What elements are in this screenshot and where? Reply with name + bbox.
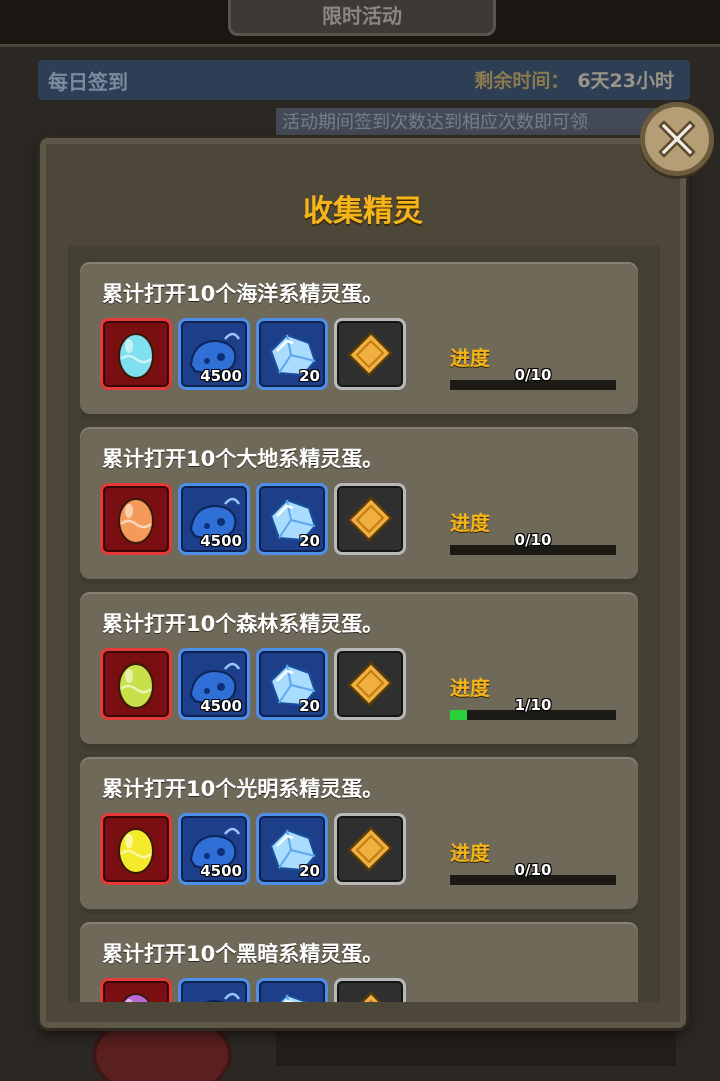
reward-slot-crystal[interactable]: 20	[256, 813, 328, 885]
egg-reward-slot[interactable]	[100, 813, 172, 885]
reward-slot-ticket[interactable]	[334, 813, 406, 885]
progress-text: 0/10	[514, 861, 552, 879]
reward-slot-ticket[interactable]	[334, 648, 406, 720]
reward-slot-fish[interactable]: 4500	[178, 483, 250, 555]
close-x-icon	[658, 120, 696, 158]
ticket-icon	[347, 826, 393, 872]
reward-slot-ticket[interactable]	[334, 978, 406, 1002]
task-card-2: 累计打开10个大地系精灵蛋。 4500 20 进度 0/10	[80, 427, 638, 579]
ticket-icon	[347, 661, 393, 707]
reward-quantity: 4500	[200, 697, 242, 715]
remaining-time-value: 6天23小时	[577, 70, 674, 92]
egg-reward-slot[interactable]	[100, 978, 172, 1002]
progress-text: 1/10	[514, 696, 552, 714]
task-title: 累计打开10个森林系精灵蛋。	[102, 612, 384, 636]
task-card-3: 累计打开10个森林系精灵蛋。 4500 20 进度 1/10	[80, 592, 638, 744]
tab-limited-event[interactable]: 限时活动	[228, 0, 496, 36]
progress-text: 0/10	[514, 366, 552, 384]
spirit-egg-icon	[118, 333, 154, 379]
blue-fish-icon	[204, 992, 241, 1002]
ticket-icon	[360, 991, 382, 1002]
egg-reward-slot[interactable]	[100, 648, 172, 720]
reward-quantity: 20	[299, 697, 320, 715]
ice-crystal-icon	[278, 993, 310, 1002]
reward-quantity: 4500	[200, 862, 242, 880]
task-card-4: 累计打开10个光明系精灵蛋。 4500 20 进度 0/10	[80, 757, 638, 909]
reward-quantity: 20	[299, 367, 320, 385]
ticket-icon	[347, 331, 393, 377]
reward-quantity: 20	[299, 532, 320, 550]
modal-title: 收集精灵	[303, 194, 423, 229]
reward-slot-fish[interactable]: 4500	[178, 318, 250, 390]
spirit-egg-icon	[118, 663, 154, 709]
reward-slot-crystal[interactable]: 20	[256, 318, 328, 390]
task-list[interactable]: 累计打开10个海洋系精灵蛋。 4500 20 进度 0/10 累计打开10个大地…	[68, 246, 660, 1002]
task-card-5: 累计打开10个黑暗系精灵蛋。 4500 20	[80, 922, 638, 1002]
task-title: 累计打开10个海洋系精灵蛋。	[102, 282, 384, 306]
reward-quantity: 4500	[200, 367, 242, 385]
reward-slot-fish[interactable]: 4500	[178, 978, 250, 1002]
reward-slot-crystal[interactable]: 20	[256, 648, 328, 720]
ticket-icon	[347, 496, 393, 542]
reward-quantity: 4500	[200, 532, 242, 550]
remaining-time: 剩余时间： 6天23小时	[474, 66, 674, 93]
egg-reward-slot[interactable]	[100, 318, 172, 390]
reward-slot-crystal[interactable]: 20	[256, 978, 328, 1002]
reward-slot-fish[interactable]: 4500	[178, 813, 250, 885]
daily-checkin-title: 每日签到	[48, 70, 128, 94]
event-notice: 活动期间签到次数达到相应次数即可领	[276, 108, 676, 138]
egg-reward-slot[interactable]	[100, 483, 172, 555]
spirit-egg-icon	[121, 993, 151, 1002]
remaining-time-label: 剩余时间：	[474, 70, 570, 92]
spirit-egg-icon	[118, 828, 154, 874]
task-card-1: 累计打开10个海洋系精灵蛋。 4500 20 进度 0/10	[80, 262, 638, 414]
progress-text: 0/10	[514, 531, 552, 549]
task-title: 累计打开10个光明系精灵蛋。	[102, 777, 384, 801]
reward-slot-ticket[interactable]	[334, 483, 406, 555]
reward-slot-fish[interactable]: 4500	[178, 648, 250, 720]
task-title: 累计打开10个黑暗系精灵蛋。	[102, 942, 384, 966]
spirit-egg-icon	[118, 498, 154, 544]
close-button[interactable]	[640, 102, 714, 176]
reward-slot-crystal[interactable]: 20	[256, 483, 328, 555]
daily-checkin-header: 每日签到 剩余时间： 6天23小时	[38, 60, 690, 100]
reward-quantity: 20	[299, 862, 320, 880]
task-title: 累计打开10个大地系精灵蛋。	[102, 447, 384, 471]
reward-slot-ticket[interactable]	[334, 318, 406, 390]
